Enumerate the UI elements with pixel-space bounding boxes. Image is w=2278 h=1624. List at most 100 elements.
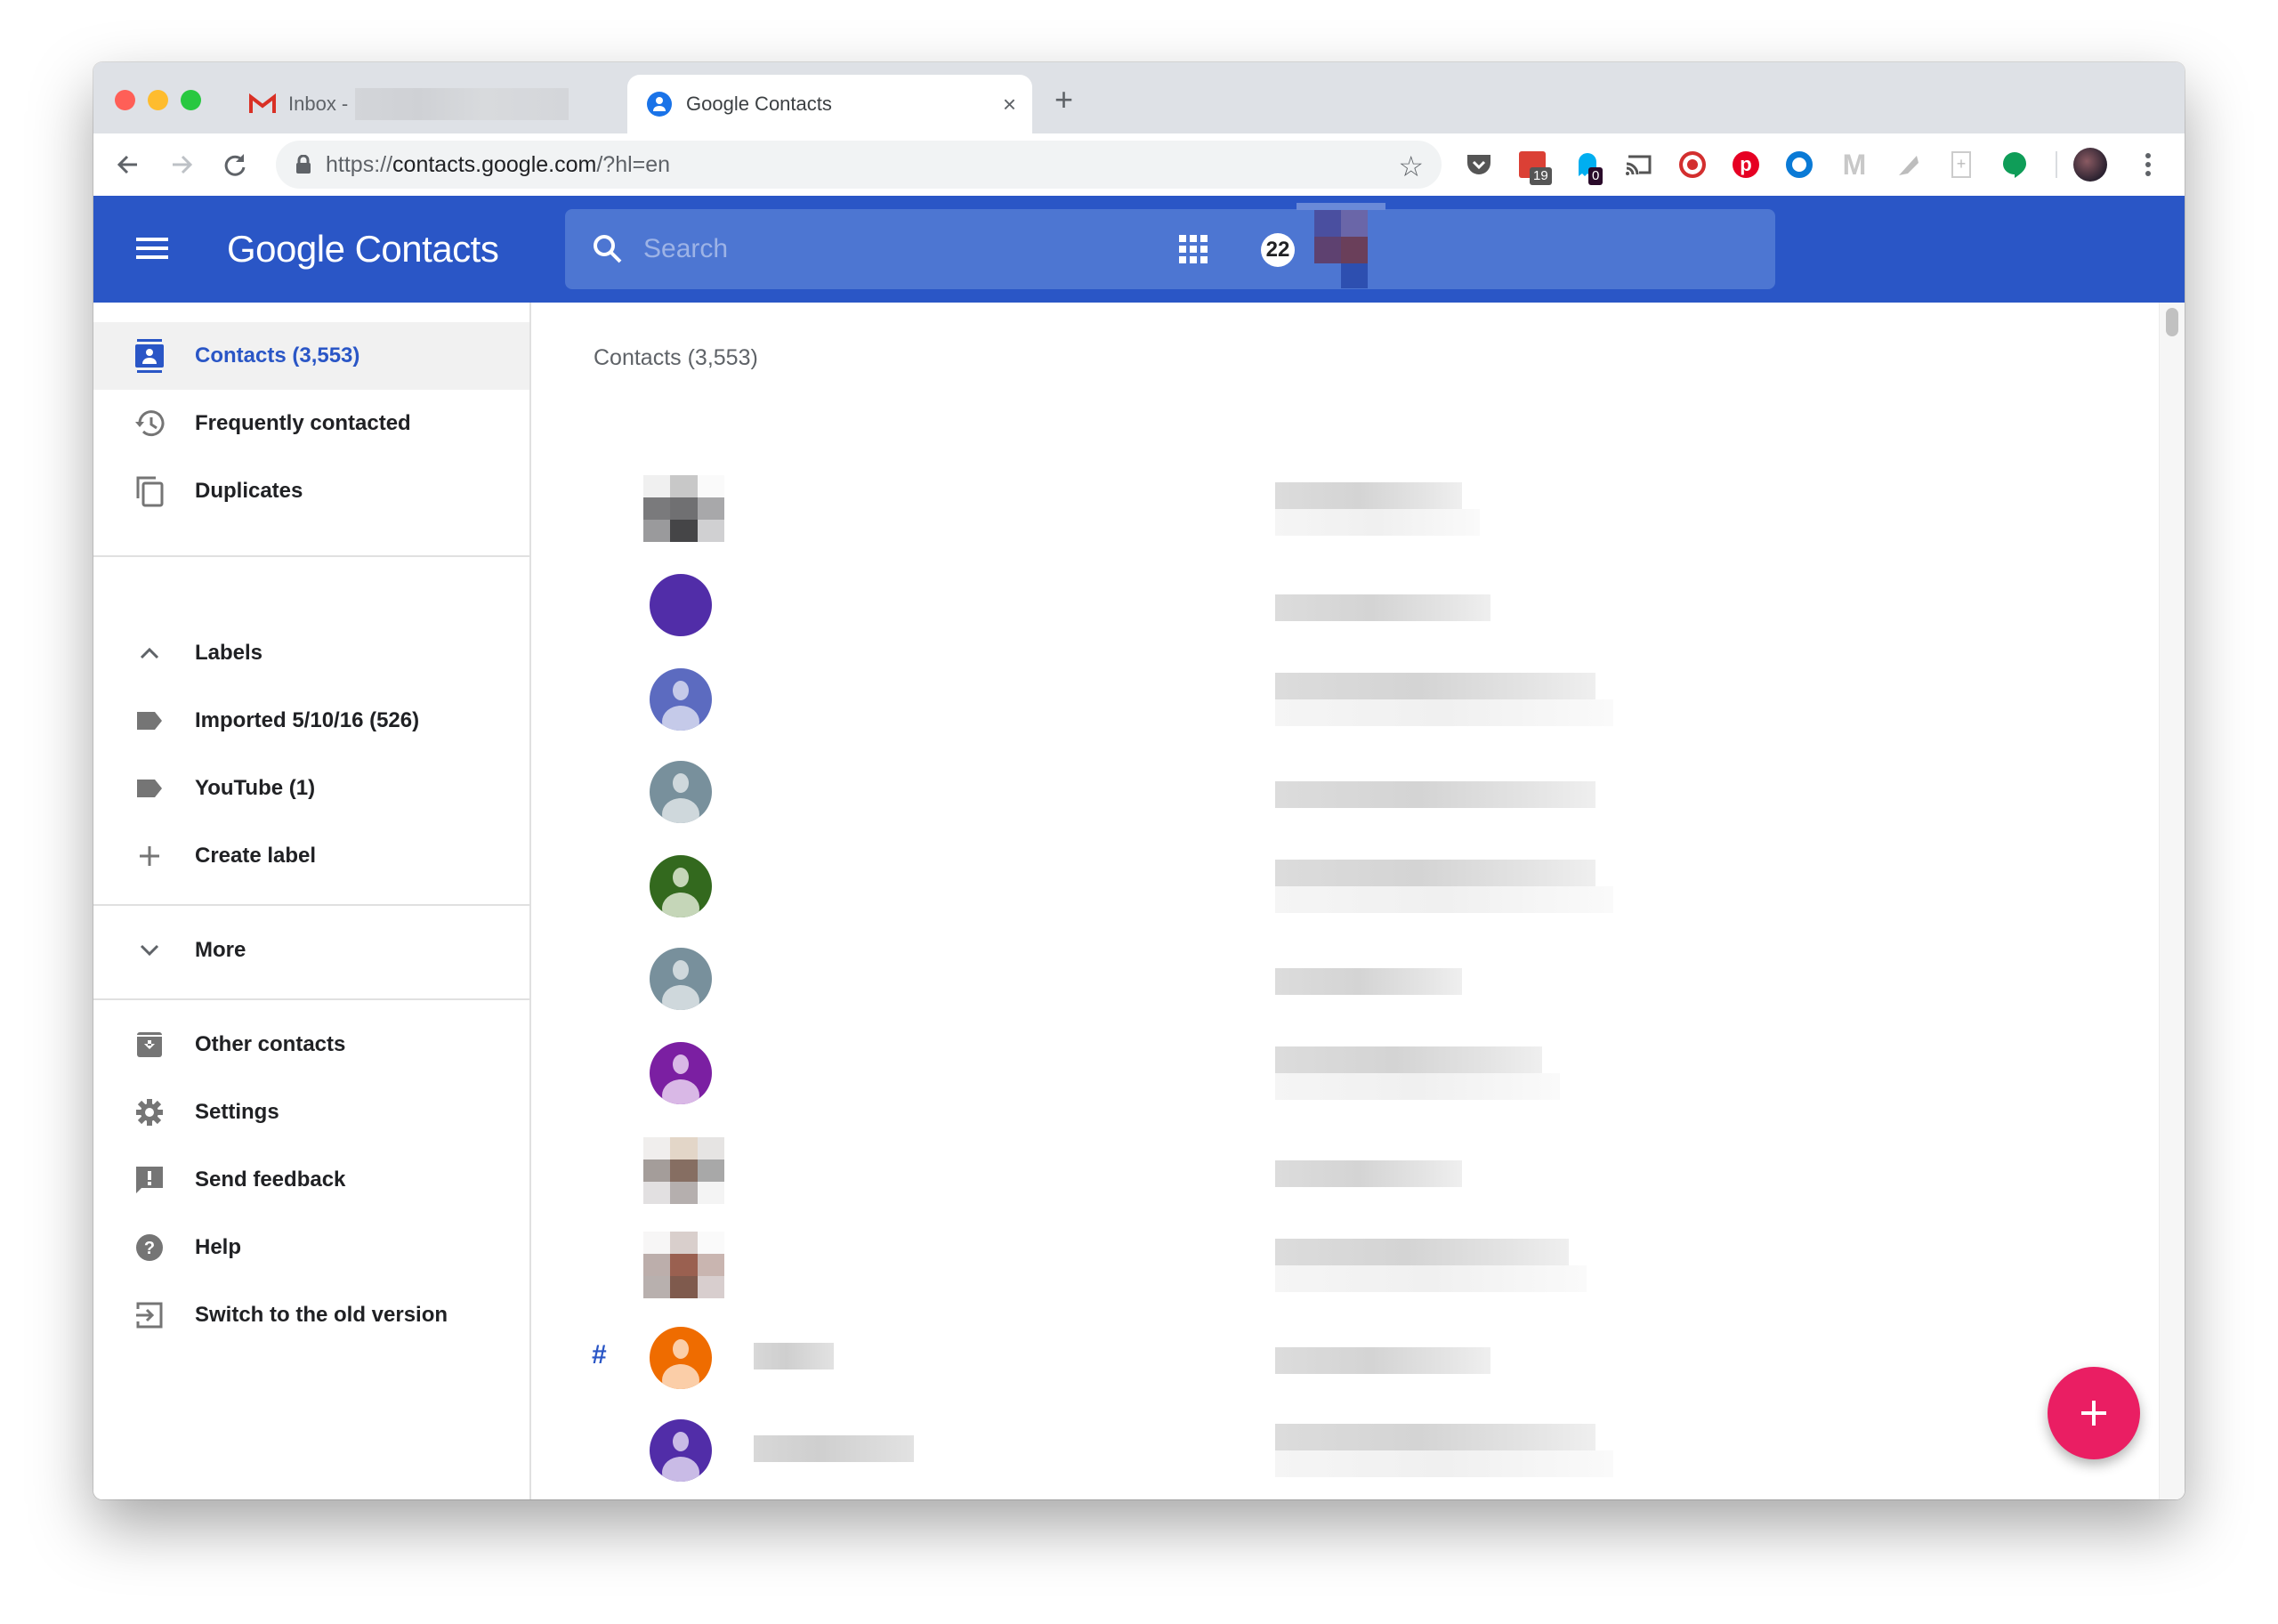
hangouts-icon[interactable] bbox=[1998, 148, 2032, 182]
contact-email-redacted bbox=[1275, 860, 1595, 886]
mixmax-icon[interactable]: M bbox=[1838, 148, 1871, 182]
back-button[interactable] bbox=[111, 148, 145, 182]
sidebar-item-frequently-contacted[interactable]: Frequently contacted bbox=[93, 390, 529, 457]
exit-icon bbox=[133, 1299, 166, 1331]
maximize-window-button[interactable] bbox=[181, 90, 201, 110]
contact-email-redacted bbox=[1275, 1347, 1490, 1374]
create-contact-button[interactable] bbox=[2048, 1367, 2140, 1459]
search-icon bbox=[594, 235, 622, 263]
forward-button[interactable] bbox=[165, 148, 198, 182]
ghostery-badge: 0 bbox=[1588, 167, 1603, 185]
search-box[interactable] bbox=[565, 209, 1775, 289]
ghostery-icon[interactable]: 0 bbox=[1571, 148, 1604, 185]
contact-avatar bbox=[650, 1042, 712, 1104]
contact-row[interactable] bbox=[531, 934, 2133, 1023]
notifications-button[interactable]: 22 bbox=[1261, 233, 1295, 267]
new-tab-button[interactable]: + bbox=[1054, 84, 1073, 116]
app-title[interactable]: Google Contacts bbox=[227, 228, 499, 271]
search-input[interactable] bbox=[642, 233, 1713, 265]
reload-button[interactable] bbox=[218, 148, 252, 182]
chevron-up-icon bbox=[133, 637, 166, 669]
contact-avatar bbox=[643, 1232, 724, 1298]
create-label-button[interactable]: Create label bbox=[93, 822, 529, 890]
duplicate-icon bbox=[133, 475, 166, 507]
contact-row[interactable] bbox=[531, 842, 2133, 931]
cast-icon[interactable] bbox=[1622, 148, 1656, 182]
contact-avatar bbox=[650, 855, 712, 917]
ring-extension-icon[interactable] bbox=[1782, 148, 1816, 182]
tab-strip: Inbox - × Google Contacts × + bbox=[93, 62, 2185, 133]
contact-email-redacted bbox=[1275, 594, 1490, 621]
history-icon bbox=[133, 408, 166, 440]
account-avatar[interactable] bbox=[1297, 203, 1385, 292]
contact-row[interactable] bbox=[531, 561, 2133, 650]
contact-row[interactable] bbox=[531, 1029, 2133, 1118]
contact-row[interactable] bbox=[531, 1495, 2133, 1499]
sidebar-item-send-feedback[interactable]: Send feedback bbox=[93, 1146, 529, 1214]
tab-title: Inbox - bbox=[288, 93, 349, 115]
lock-icon bbox=[296, 155, 311, 174]
address-bar[interactable]: https://contacts.google.com/?hl=en ☆ bbox=[276, 141, 1442, 189]
contact-avatar bbox=[650, 1419, 712, 1482]
pocket-icon[interactable] bbox=[1462, 148, 1496, 182]
labels-toggle[interactable]: Labels bbox=[93, 619, 529, 687]
hamburger-icon bbox=[136, 238, 168, 259]
contact-row[interactable] bbox=[531, 747, 2133, 836]
contact-row[interactable] bbox=[531, 1127, 2133, 1216]
notifications-count: 22 bbox=[1265, 238, 1290, 262]
sidebar-item-other-contacts[interactable]: Other contacts bbox=[93, 1011, 529, 1079]
contacts-list-pane: Contacts (3,553) # bbox=[531, 303, 2185, 1499]
gear-icon bbox=[133, 1096, 166, 1128]
dog-extension-icon[interactable] bbox=[1676, 148, 1709, 182]
contacts-book-icon bbox=[133, 339, 166, 373]
svg-text:?: ? bbox=[144, 1239, 155, 1258]
more-toggle[interactable]: More bbox=[93, 917, 529, 984]
contact-email-redacted bbox=[1275, 673, 1595, 699]
apps-button[interactable] bbox=[1179, 235, 1208, 263]
minimize-window-button[interactable] bbox=[148, 90, 168, 110]
feedback-icon bbox=[133, 1164, 166, 1196]
profile-avatar[interactable] bbox=[2073, 148, 2107, 182]
label-icon bbox=[133, 705, 166, 737]
sidebar-item-contacts[interactable]: Contacts (3,553) bbox=[93, 322, 529, 390]
scrollbar-thumb[interactable] bbox=[2166, 308, 2178, 336]
tab-google-contacts[interactable]: Google Contacts × bbox=[627, 75, 1032, 133]
contact-avatar bbox=[650, 1327, 712, 1389]
pinterest-icon[interactable]: p bbox=[1729, 148, 1763, 182]
contact-row[interactable] bbox=[531, 465, 2133, 553]
document-add-icon[interactable]: + bbox=[1944, 148, 1978, 182]
sidebar-item-label-imported[interactable]: Imported 5/10/16 (526) bbox=[93, 687, 529, 755]
contact-row[interactable] bbox=[531, 1221, 2133, 1310]
todoist-icon[interactable]: 19 bbox=[1515, 148, 1552, 185]
contact-row[interactable] bbox=[531, 655, 2133, 744]
contact-avatar bbox=[650, 761, 712, 823]
contact-email-redacted bbox=[1275, 781, 1595, 808]
sidebar-item-help[interactable]: ? Help bbox=[93, 1214, 529, 1281]
contact-avatar bbox=[650, 668, 712, 731]
contact-email-redacted bbox=[1275, 1046, 1542, 1073]
contact-phone-redacted bbox=[1275, 1073, 1560, 1100]
list-heading: Contacts (3,553) bbox=[594, 345, 758, 370]
pen-extension-icon[interactable] bbox=[1891, 148, 1925, 182]
chevron-down-icon bbox=[133, 934, 166, 966]
bookmark-star-icon[interactable]: ☆ bbox=[1398, 149, 1424, 183]
sidebar-item-switch-old-version[interactable]: Switch to the old version bbox=[93, 1281, 529, 1349]
contact-name-redacted bbox=[754, 1435, 914, 1462]
scrollbar[interactable] bbox=[2159, 303, 2185, 1499]
sidebar-item-duplicates[interactable]: Duplicates bbox=[93, 457, 529, 525]
close-tab-icon[interactable]: × bbox=[1003, 93, 1016, 116]
main-menu-button[interactable] bbox=[136, 235, 168, 262]
contact-avatar bbox=[650, 574, 712, 636]
contact-row[interactable]: # bbox=[531, 1313, 2133, 1402]
reload-icon bbox=[224, 154, 246, 176]
contact-phone-redacted bbox=[1275, 886, 1613, 913]
todoist-badge: 19 bbox=[1530, 167, 1552, 185]
contact-avatar bbox=[643, 475, 724, 542]
browser-menu-icon[interactable] bbox=[2131, 148, 2165, 182]
url-text[interactable]: https://contacts.google.com/?hl=en bbox=[326, 152, 670, 178]
sidebar: Contacts (3,553) Frequently contacted Du… bbox=[93, 303, 531, 1499]
contact-row[interactable] bbox=[531, 1406, 2133, 1495]
sidebar-item-settings[interactable]: Settings bbox=[93, 1079, 529, 1146]
close-window-button[interactable] bbox=[115, 90, 135, 110]
sidebar-item-label-youtube[interactable]: YouTube (1) bbox=[93, 755, 529, 822]
